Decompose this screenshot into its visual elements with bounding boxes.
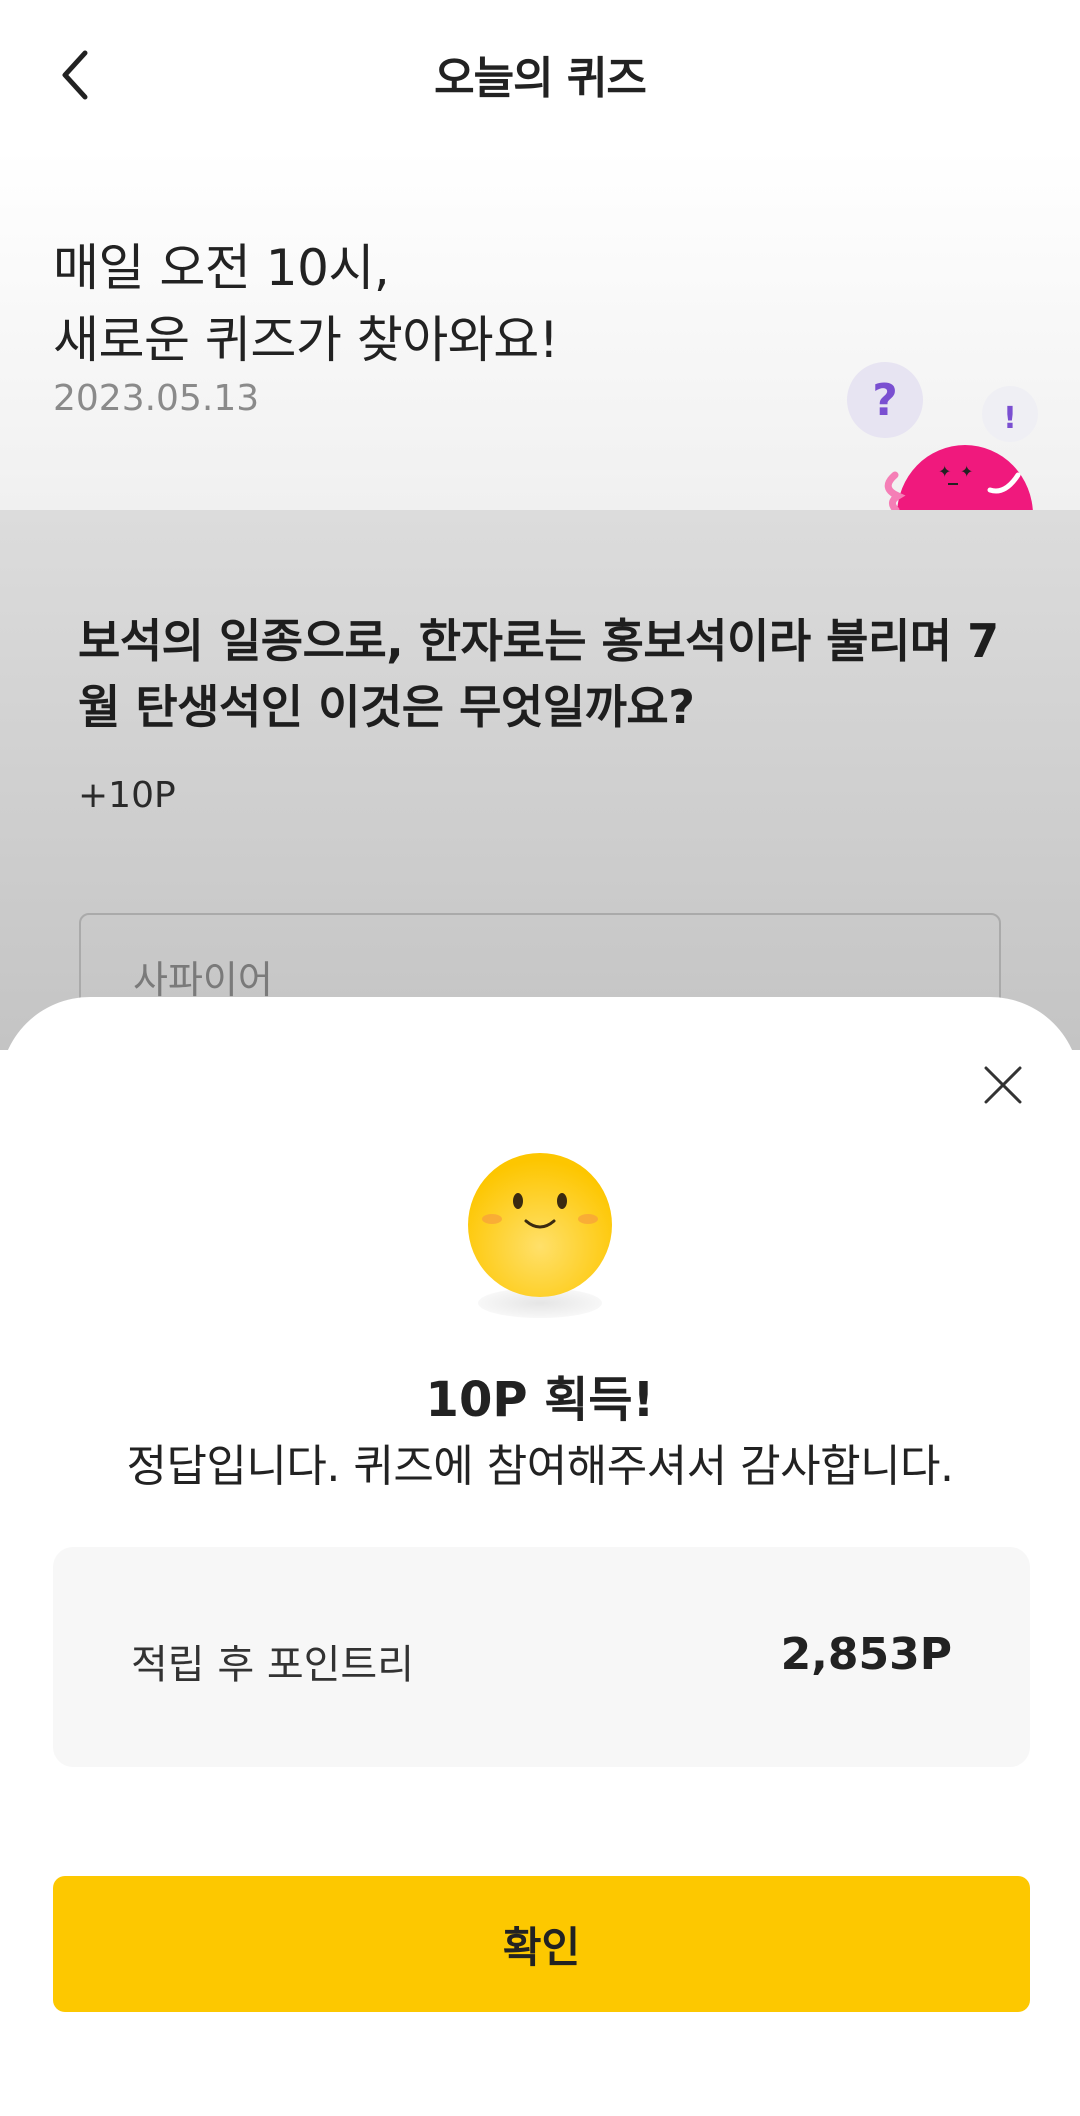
points-value: 2,853P — [780, 1629, 952, 1680]
page-title: 오늘의 퀴즈 — [434, 53, 647, 104]
mascot-question-mark: ? — [872, 375, 898, 426]
answer-value: 사파이어 — [133, 958, 273, 1002]
hero-headline-line-1: 매일 오전 10시, — [53, 239, 390, 297]
close-icon[interactable] — [978, 1060, 1028, 1110]
points-summary-card: 적립 후 포인트리 2,853P — [53, 1547, 1030, 1767]
quiz-question: 보석의 일종으로, 한자로는 홍보석이라 불리며 7월 탄생석인 이것은 무엇일… — [78, 614, 999, 734]
quiz-hero-banner: 매일 오전 10시, 새로운 퀴즈가 찾아와요! 2023.05.13 ? ! … — [0, 150, 1080, 510]
mascot-exclaim-mark: ! — [1003, 401, 1017, 436]
result-message: 정답입니다. 퀴즈에 참여해주셔서 감사합니다. — [126, 1441, 954, 1492]
confirm-button[interactable]: 확인 — [53, 1876, 1030, 2012]
points-earned-title: 10P 획득! — [425, 1372, 655, 1428]
svg-text:✦: ✦ — [960, 462, 973, 481]
top-bar: 오늘의 퀴즈 — [0, 0, 1080, 150]
smiley-face-icon — [468, 1153, 612, 1297]
mascot-illustration: ? ! ✦ ✦ — [847, 362, 1038, 510]
svg-text:✦: ✦ — [938, 462, 951, 481]
points-label: 적립 후 포인트리 — [131, 1642, 415, 1688]
quiz-date: 2023.05.13 — [53, 378, 260, 419]
quiz-reward: +10P — [78, 775, 176, 816]
hero-headline-line-2: 새로운 퀴즈가 찾아와요! — [53, 311, 559, 369]
